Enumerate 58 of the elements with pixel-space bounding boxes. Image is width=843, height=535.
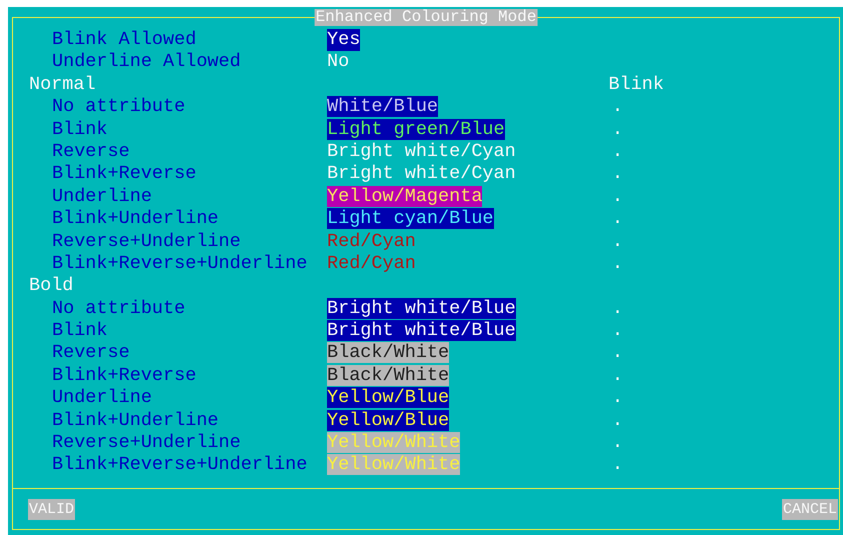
colour-value[interactable]: Light cyan/Blue — [327, 208, 494, 230]
blink-value[interactable]: . — [612, 252, 624, 276]
blink-value[interactable]: . — [612, 208, 624, 231]
attribute-label: Blink+Underline — [51, 410, 220, 432]
colour-value[interactable]: Yellow/Magenta — [327, 186, 482, 207]
attribute-label: No attribute — [51, 96, 186, 119]
colour-value[interactable]: White/Blue — [327, 96, 438, 118]
section-heading: Bold — [28, 275, 74, 298]
colour-value[interactable]: Bright white/Cyan — [327, 140, 516, 162]
column-heading: Blink — [608, 74, 664, 96]
colour-value[interactable]: Light green/Blue — [327, 118, 505, 140]
option-label: Blink Allowed — [51, 29, 198, 52]
valid-button[interactable]: VALID — [28, 498, 76, 520]
attribute-label: Blink+Reverse — [51, 364, 198, 388]
blink-value[interactable]: . — [612, 96, 624, 119]
cancel-button[interactable]: CANCEL — [782, 498, 838, 520]
section-heading: Normal — [28, 74, 96, 96]
attribute-label: Blink+Reverse+Underline — [51, 454, 308, 477]
colour-value[interactable]: Red/Cyan — [327, 252, 416, 274]
blink-value[interactable]: . — [612, 410, 624, 432]
blink-value[interactable]: . — [612, 118, 624, 141]
option-value[interactable]: No — [327, 51, 350, 74]
blink-value[interactable]: . — [612, 230, 624, 253]
blink-value[interactable]: . — [612, 320, 624, 342]
blink-value[interactable]: . — [612, 140, 624, 164]
attribute-label: Blink+Reverse — [51, 163, 198, 186]
colour-value[interactable]: Yellow/Blue — [327, 387, 450, 408]
attribute-label: Reverse+Underline — [51, 230, 242, 253]
colour-value[interactable]: Black/White — [327, 342, 450, 364]
blink-value[interactable]: . — [612, 387, 624, 410]
colour-value[interactable]: Bright white/Blue — [327, 298, 516, 319]
option-value[interactable]: Yes — [327, 29, 360, 52]
attribute-label: Blink — [51, 118, 109, 141]
colour-value[interactable]: Black/White — [327, 364, 450, 386]
colour-value[interactable]: Bright white/Cyan — [327, 163, 516, 184]
blink-value[interactable]: . — [612, 163, 624, 186]
blink-value[interactable]: . — [612, 454, 624, 477]
colour-value[interactable]: Yellow/White — [327, 432, 460, 454]
attribute-label: Reverse+Underline — [51, 432, 242, 454]
attribute-label: Blink+Underline — [51, 208, 220, 231]
attribute-label: Underline — [51, 186, 153, 208]
colour-value[interactable]: Bright white/Blue — [327, 320, 516, 342]
option-label: Underline Allowed — [51, 51, 242, 74]
attribute-label: Blink+Reverse+Underline — [51, 252, 308, 276]
blink-value[interactable]: . — [612, 186, 624, 208]
blink-value[interactable]: . — [612, 342, 624, 365]
attribute-label: Reverse — [51, 140, 131, 164]
colour-value[interactable]: Yellow/White — [327, 454, 460, 476]
attribute-label: No attribute — [51, 298, 186, 320]
attribute-label: Blink — [51, 320, 109, 342]
blink-value[interactable]: . — [612, 432, 624, 454]
blink-value[interactable]: . — [612, 298, 624, 320]
attribute-label: Underline — [51, 387, 153, 410]
attribute-label: Reverse — [51, 342, 131, 365]
colour-value[interactable]: Red/Cyan — [327, 230, 416, 252]
window-title: Enhanced Colouring Mode — [314, 9, 538, 26]
colour-value[interactable]: Yellow/Blue — [327, 410, 450, 431]
blink-value[interactable]: . — [612, 364, 624, 388]
